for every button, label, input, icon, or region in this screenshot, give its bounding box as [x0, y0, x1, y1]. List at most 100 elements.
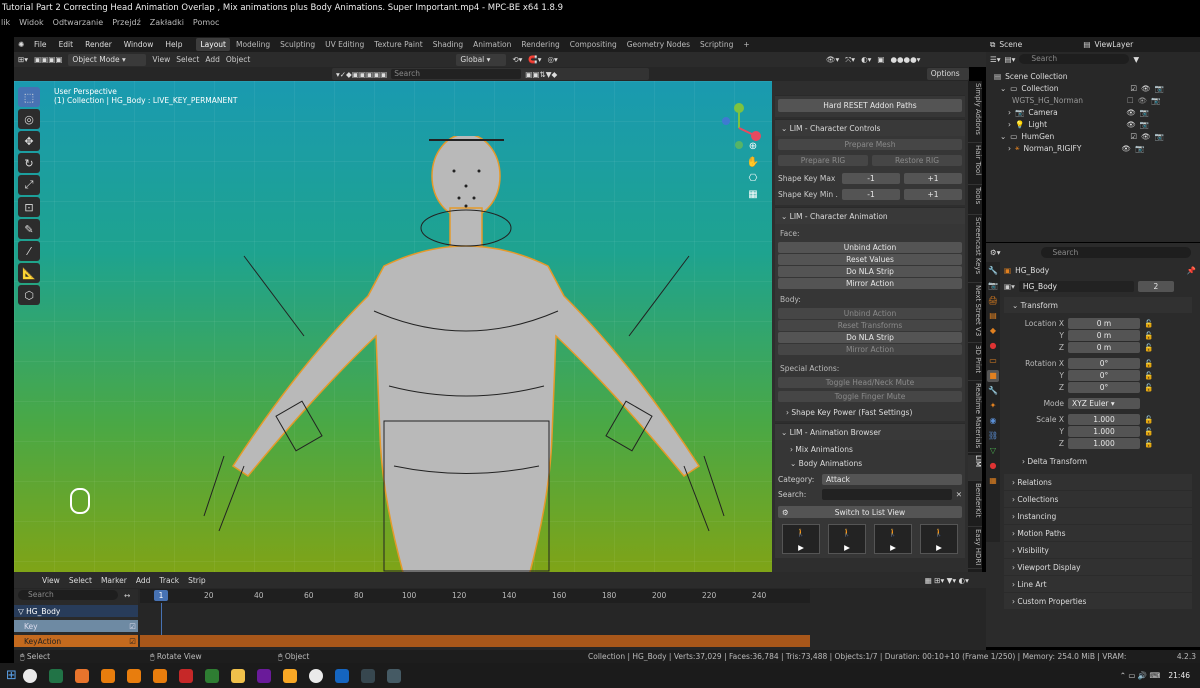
animation-search-input[interactable] [822, 489, 952, 500]
options-dropdown[interactable]: Options ▾ [926, 68, 969, 90]
render-tab-icon[interactable]: 📷 [987, 280, 999, 292]
delta-transform-subpanel[interactable]: › Delta Transform [1004, 453, 1196, 469]
animation-browser-header[interactable]: ⌄ LIM - Animation Browser [775, 424, 965, 440]
zoom-icon[interactable]: ⊕ [744, 139, 762, 155]
shape-key-max-plus-button[interactable]: +1 [904, 173, 962, 184]
expand-icon[interactable]: ⌄ [1000, 84, 1006, 93]
app-icon[interactable] [178, 668, 193, 683]
lock-icon[interactable]: 🔓 [1144, 359, 1153, 368]
transform-section-header[interactable]: ⌄ Transform [1004, 297, 1192, 313]
app-icon[interactable] [360, 668, 375, 683]
menu-file[interactable]: File [34, 40, 47, 49]
toggle-finger-mute-button[interactable]: Toggle Finger Mute [778, 391, 962, 402]
expand-icon[interactable]: ⌄ [1000, 132, 1006, 141]
checkbox-icon[interactable]: ☑ [129, 637, 138, 646]
camera-icon[interactable]: 📷 [1140, 108, 1149, 117]
expand-icon[interactable]: › [1008, 108, 1011, 117]
measure-tool-icon[interactable]: 📐 [18, 263, 40, 283]
view-layer-name[interactable]: ViewLayer [1094, 40, 1133, 49]
snap-icon[interactable]: 🧲▾ [528, 55, 541, 64]
clock[interactable]: 21:46 [1168, 671, 1190, 680]
line-art-section[interactable]: › Line Art [1004, 576, 1192, 592]
tab-animation[interactable]: Animation [469, 38, 515, 51]
pin-icon[interactable]: 📌 [1187, 266, 1196, 275]
object-tab-icon[interactable]: ■ [987, 370, 999, 382]
eye-icon[interactable]: 👁 [1138, 96, 1148, 105]
app-icon[interactable] [386, 668, 401, 683]
player-menu-item[interactable]: Widok [19, 18, 44, 27]
tray-icons[interactable]: ⌃ ▭ 🔊 ⌨ [1120, 671, 1161, 680]
orientation-dropdown[interactable]: Global ▾ [456, 53, 507, 66]
menu-edit[interactable]: Edit [59, 40, 74, 49]
outliner-row-norman-rigify[interactable]: › ⚹ Norman_RIGIFY 👁 📷 [994, 142, 1196, 154]
menu-help[interactable]: Help [165, 40, 182, 49]
player-menu-item[interactable]: lik [1, 18, 10, 27]
collection-tab-icon[interactable]: ▭ [987, 355, 999, 367]
particles-tab-icon[interactable]: ✦ [987, 400, 999, 412]
restore-rig-button[interactable]: Restore RIG [872, 155, 962, 166]
editor-type-icon[interactable]: ⚙▾ [990, 248, 1001, 257]
proportional-icon[interactable]: ◎▾ [548, 55, 558, 64]
lock-icon[interactable]: 🔓 [1144, 371, 1153, 380]
blender-logo-icon[interactable]: ✺ [14, 40, 28, 49]
tab-rendering[interactable]: Rendering [517, 38, 563, 51]
eye-icon[interactable]: 👁 [1141, 132, 1151, 141]
tab-scripting[interactable]: Scripting [696, 38, 737, 51]
camera-icon[interactable]: 📷 [1155, 84, 1164, 93]
view-menu[interactable]: View [152, 55, 170, 64]
tab-texture-paint[interactable]: Texture Paint [370, 38, 426, 51]
collections-section[interactable]: › Collections [1004, 491, 1192, 507]
tab-realtime-materials[interactable]: Realtime Materials [968, 383, 982, 453]
blender-taskbar-icon[interactable] [152, 668, 167, 683]
nla-track-hg-body[interactable]: ▽ HG_Body [14, 605, 138, 617]
tab-benderkit[interactable]: BenderKit [968, 483, 982, 527]
rotation-y-field[interactable]: 0° [1068, 369, 1140, 381]
tab-lim[interactable]: LIM [968, 455, 982, 481]
body-reset-transforms-button[interactable]: Reset Transforms [778, 320, 962, 331]
tab-tools[interactable]: Tools [968, 187, 982, 215]
display-mode-icon[interactable]: ▤▾ [1005, 55, 1016, 64]
nla-track-keyaction[interactable]: KeyAction ☑ [14, 635, 138, 647]
ortho-toggle-icon[interactable]: ▦ [744, 187, 762, 203]
camera-icon[interactable]: 📷 [1151, 96, 1160, 105]
editor-type-icon[interactable]: ☰▾ [990, 55, 1001, 64]
category-dropdown[interactable]: Attack [822, 474, 962, 485]
checkbox-icon[interactable]: ☐ [1127, 96, 1134, 105]
clear-search-icon[interactable]: ✕ [956, 490, 962, 499]
app-icon[interactable] [334, 668, 349, 683]
expand-icon[interactable]: › [1008, 144, 1011, 153]
tab-simply-addons[interactable]: Simply Addons [968, 83, 982, 143]
eye-icon[interactable]: 👁 [1126, 108, 1136, 117]
animation-thumbnail[interactable]: 🚶 ▶ [920, 524, 958, 554]
menu-render[interactable]: Render [85, 40, 112, 49]
chrome-icon[interactable] [308, 668, 323, 683]
visibility-section[interactable]: › Visibility [1004, 542, 1192, 558]
select-box-tool-icon[interactable]: ⬚ [18, 87, 40, 107]
keyaction-strip[interactable] [140, 635, 810, 647]
prepare-mesh-button[interactable]: Prepare Mesh [778, 139, 962, 150]
location-y-field[interactable]: 0 m [1068, 329, 1140, 341]
shape-key-max-minus-button[interactable]: -1 [842, 173, 900, 184]
tab-geometry-nodes[interactable]: Geometry Nodes [623, 38, 694, 51]
switch-list-view-button[interactable]: ⚙ Switch to List View [778, 506, 962, 518]
nla-search-input[interactable]: Search [18, 590, 118, 600]
gizmo-icon[interactable]: ⤧▾ [845, 55, 855, 65]
tab-uv-editing[interactable]: UV Editing [321, 38, 368, 51]
lock-icon[interactable]: 🔓 [1144, 439, 1153, 448]
nla-header-icons[interactable]: ▦ ⊞▾ ▼▾ ◐▾ [925, 576, 969, 585]
pivot-icon[interactable]: ⟲▾ [512, 55, 522, 64]
physics-tab-icon[interactable]: ◉ [987, 415, 999, 427]
move-tool-icon[interactable]: ✥ [18, 131, 40, 151]
app-icon[interactable] [230, 668, 245, 683]
tab-sculpting[interactable]: Sculpting [276, 38, 319, 51]
checkbox-icon[interactable]: ☑ [1130, 84, 1137, 93]
nla-track-key[interactable]: Key ☑ [14, 620, 138, 632]
material-tab-icon[interactable]: ● [987, 460, 999, 472]
expand-icon[interactable]: › [1008, 120, 1011, 129]
shape-key-power-subpanel[interactable]: › Shape Key Power (Fast Settings) [778, 408, 962, 417]
lock-icon[interactable]: 🔓 [1144, 331, 1153, 340]
rotation-x-field[interactable]: 0° [1068, 357, 1140, 369]
character-animation-header[interactable]: ⌄ LIM - Character Animation [775, 208, 965, 224]
scene-name[interactable]: Scene [999, 40, 1079, 49]
add-menu[interactable]: Add [205, 55, 220, 64]
